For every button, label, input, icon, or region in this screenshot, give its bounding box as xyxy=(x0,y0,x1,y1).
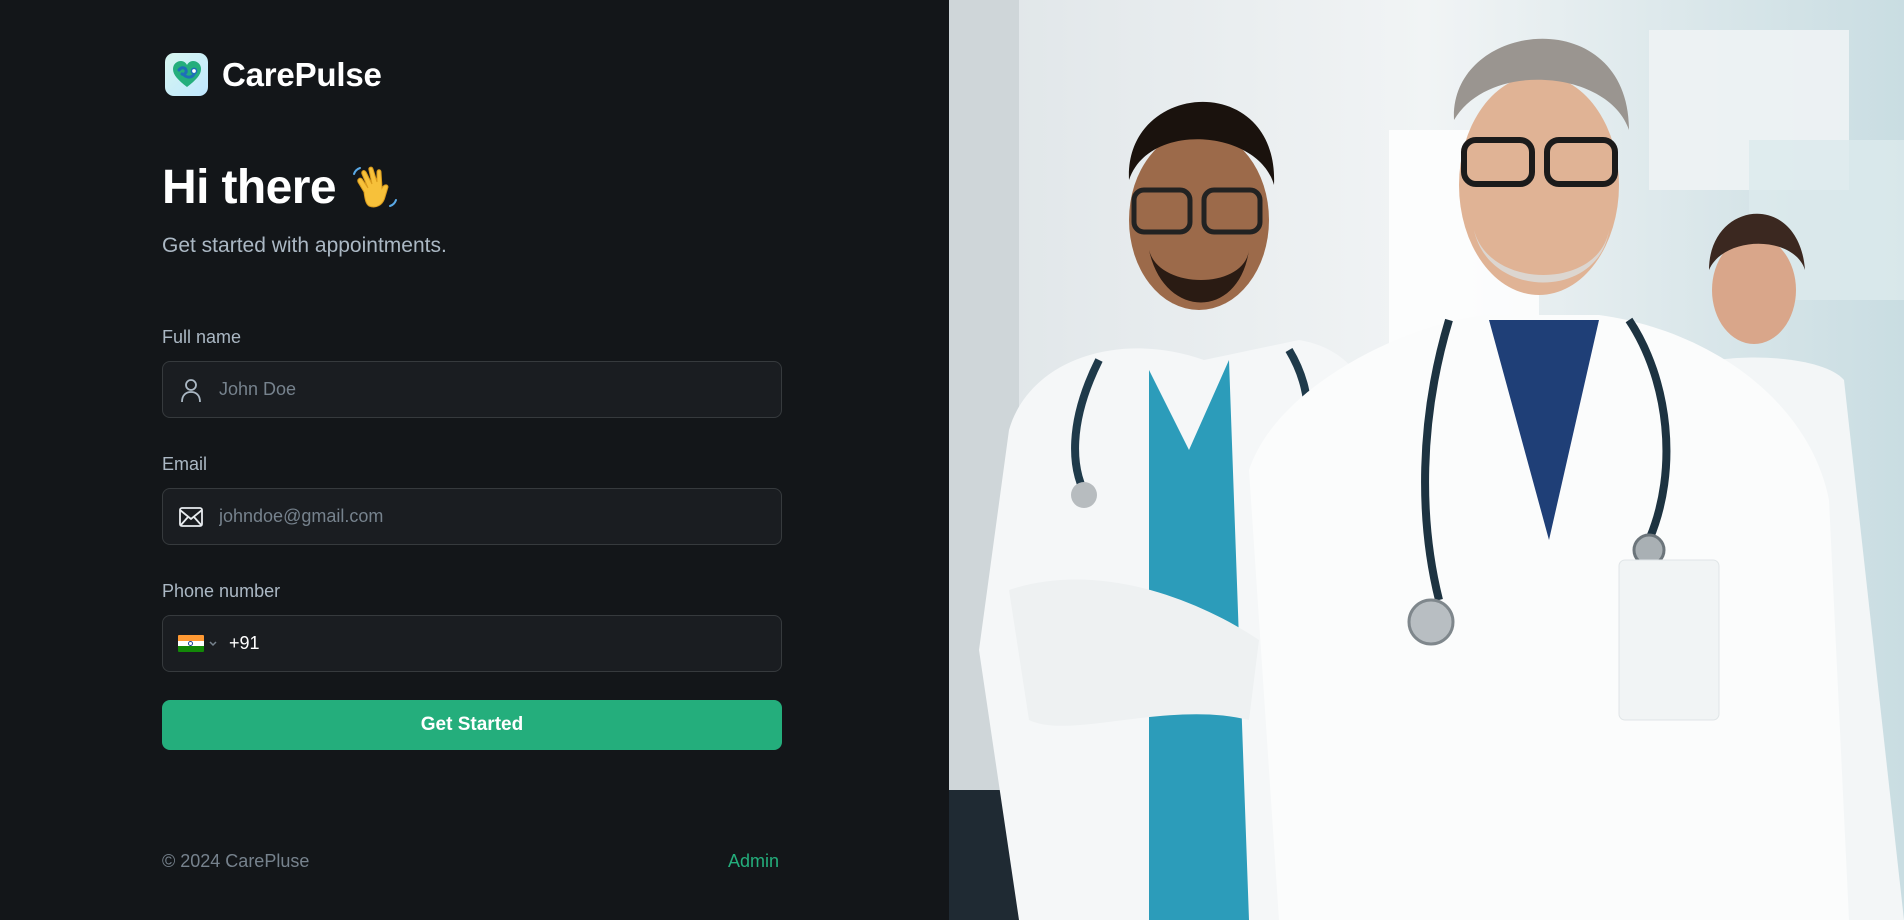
country-selector[interactable] xyxy=(163,635,225,652)
email-input[interactable] xyxy=(219,489,781,544)
phone-label: Phone number xyxy=(162,581,281,601)
form-panel: CarePulse Hi there Get started with appo… xyxy=(0,0,949,920)
admin-link[interactable]: Admin xyxy=(728,851,779,872)
phone-input[interactable] xyxy=(259,616,781,671)
page-subtitle: Get started with appointments. xyxy=(162,234,447,257)
copyright-text: © 2024 CarePluse xyxy=(162,851,310,871)
brand-name: CarePulse xyxy=(222,55,382,93)
get-started-button[interactable]: Get Started xyxy=(162,700,782,750)
page-title: Hi there xyxy=(162,161,337,214)
email-field[interactable] xyxy=(162,488,782,545)
hero-title-row: Hi there xyxy=(162,160,402,215)
waving-hand-icon xyxy=(352,166,397,207)
doctors-photo xyxy=(949,0,1904,920)
full-name-label: Full name xyxy=(162,327,242,347)
chevron-down-icon xyxy=(209,640,217,646)
email-label: Email xyxy=(162,454,208,474)
brand: CarePulse xyxy=(165,53,382,96)
dial-code: +91 xyxy=(229,633,260,653)
doctors-illustration xyxy=(949,0,1904,920)
onboarding-page: CarePulse Hi there Get started with appo… xyxy=(0,0,1904,920)
india-flag-icon xyxy=(178,635,204,652)
heart-stethoscope-icon xyxy=(165,53,208,96)
full-name-field[interactable] xyxy=(162,361,782,418)
full-name-input[interactable] xyxy=(219,362,781,417)
mail-icon xyxy=(163,488,219,545)
phone-field[interactable]: +91 xyxy=(162,615,782,672)
user-icon xyxy=(163,361,219,418)
